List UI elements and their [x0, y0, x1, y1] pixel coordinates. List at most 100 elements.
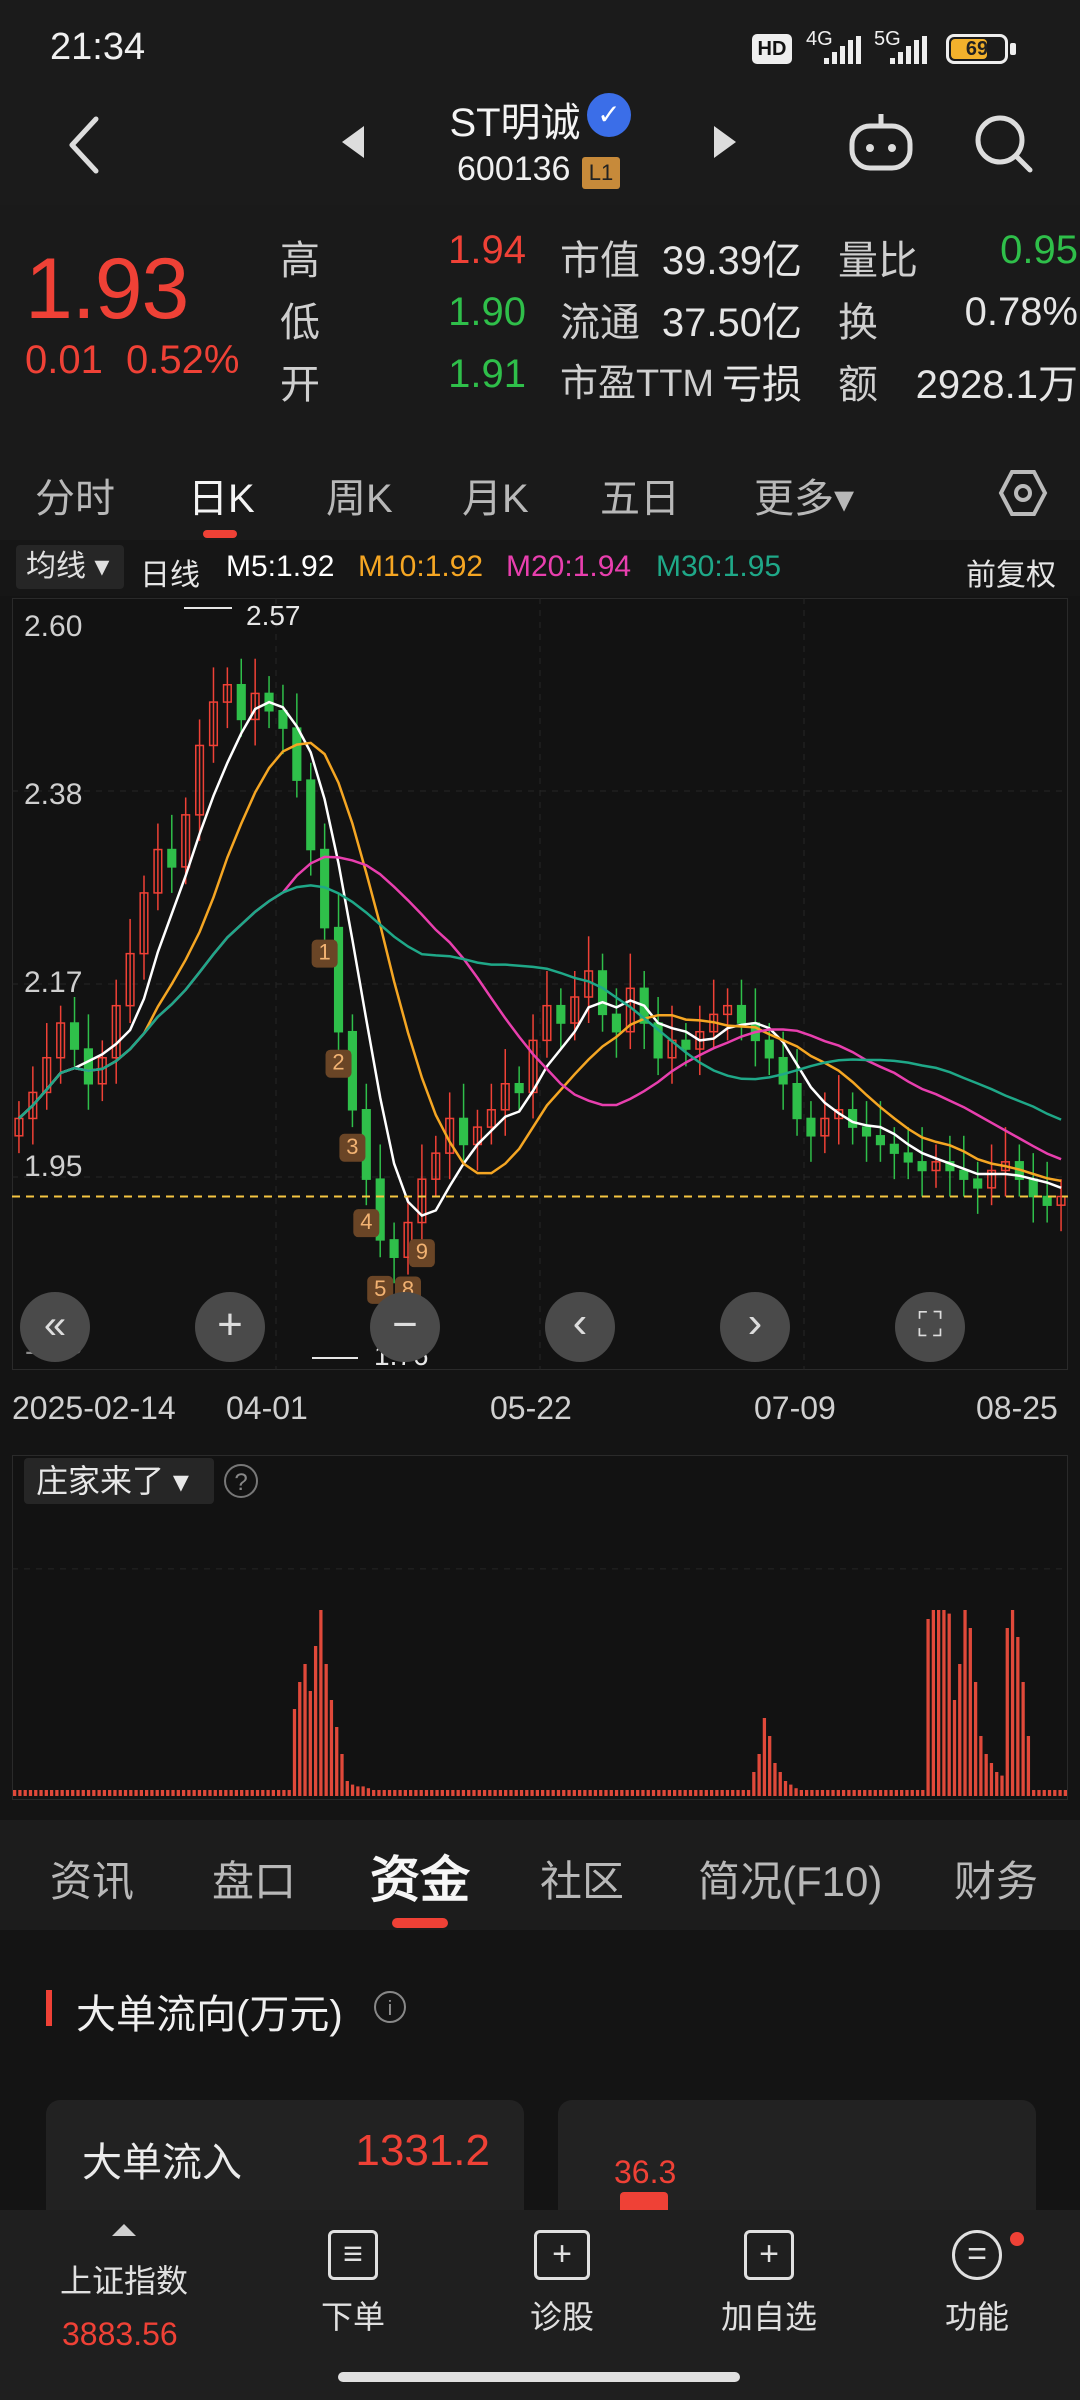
zoom-out-button[interactable]: − — [370, 1292, 440, 1362]
indicator-bar — [409, 1790, 413, 1796]
search-icon[interactable] — [972, 112, 1036, 176]
indicator-bar — [445, 1790, 450, 1796]
indicator-bar — [134, 1790, 138, 1796]
indicator-bar — [577, 1790, 582, 1796]
indicator-bar — [440, 1790, 444, 1796]
tab-daily-k[interactable]: 日K — [188, 466, 255, 524]
nav-diagnose[interactable]: 诊股 — [492, 2292, 632, 2338]
function-icon[interactable]: = — [952, 2230, 1002, 2280]
candle-body — [69, 1022, 80, 1050]
info-icon[interactable]: i — [374, 1991, 406, 2023]
scroll-right-button[interactable]: › — [720, 1292, 790, 1362]
nav-order[interactable]: 下单 — [283, 2292, 423, 2338]
mktcap-label: 市值 — [560, 239, 640, 283]
indicator-chart[interactable] — [12, 1455, 1068, 1800]
indicator-bar — [609, 1790, 613, 1796]
kline-chart[interactable]: 123456789 — [12, 598, 1068, 1370]
settings-hex-icon[interactable] — [998, 468, 1048, 518]
indicator-bar — [203, 1790, 207, 1796]
tab-monthly-k[interactable]: 月K — [462, 466, 529, 524]
scroll-start-button[interactable]: « — [20, 1292, 90, 1362]
indicator-bar — [356, 1786, 360, 1796]
index-name[interactable]: 上证指数 — [60, 2256, 188, 2302]
tab-orderbook[interactable]: 盘口 — [212, 1848, 296, 1909]
help-icon[interactable]: ? — [224, 1464, 258, 1498]
indicator-bar — [541, 1790, 545, 1796]
battery-tip — [1010, 43, 1016, 55]
nav-function[interactable]: 功能 — [907, 2292, 1047, 2338]
indicator-bar — [768, 1736, 772, 1796]
tab-news[interactable]: 资讯 — [50, 1848, 134, 1909]
indicator-bar — [567, 1790, 571, 1796]
indicator-bar — [424, 1790, 429, 1796]
tab-more[interactable]: 更多▾ — [754, 466, 854, 524]
indicator-bar — [372, 1790, 376, 1796]
next-stock-icon[interactable] — [710, 122, 740, 162]
indicator-bar — [461, 1790, 466, 1796]
tab-weekly-k[interactable]: 周K — [326, 466, 393, 524]
indicator-bar — [498, 1790, 503, 1796]
indicator-bar — [931, 1610, 935, 1796]
expand-up-icon[interactable] — [110, 2222, 138, 2238]
indicator-bar — [139, 1790, 143, 1796]
indicator-bar — [868, 1790, 872, 1796]
candle-body — [514, 1083, 524, 1094]
turnover-label: 换 — [838, 301, 878, 345]
indicator-bar — [414, 1790, 418, 1796]
big-inflow-label: 大单流入 — [82, 2141, 242, 2185]
indicator-bar — [71, 1790, 75, 1796]
indicator-bar — [630, 1790, 635, 1796]
price-change-pct: 0.52% — [126, 338, 240, 382]
tab-intraday[interactable]: 分时 — [35, 466, 115, 524]
diagnose-icon[interactable]: + — [534, 2230, 590, 2280]
candle-body — [597, 970, 608, 1016]
indicator-bar — [160, 1790, 165, 1796]
indicator-bar — [44, 1790, 48, 1796]
tab-finance[interactable]: 财务 — [954, 1848, 1038, 1909]
candle-body — [848, 1109, 858, 1128]
tab-profile-f10[interactable]: 简况(F10) — [698, 1848, 882, 1909]
notification-dot — [1010, 2232, 1024, 2246]
indicator-bar — [646, 1790, 650, 1796]
indicator-bar — [335, 1727, 339, 1796]
indicator-bar — [340, 1754, 344, 1796]
indicator-bar — [213, 1790, 217, 1796]
indicator-bar — [129, 1790, 133, 1796]
zoom-in-button[interactable]: + — [195, 1292, 265, 1362]
candle-body — [764, 1039, 774, 1059]
candle-body — [278, 710, 288, 729]
candle-body — [959, 1169, 969, 1180]
home-indicator[interactable] — [338, 2372, 740, 2382]
nav-add-watchlist[interactable]: 加自选 — [699, 2292, 839, 2338]
indicator-bar — [878, 1790, 883, 1796]
big-order-title: 大单流向(万元) — [76, 1993, 343, 2037]
order-icon[interactable]: ≡ — [328, 2230, 378, 2280]
candle-body — [973, 1178, 983, 1189]
fullscreen-button[interactable]: ⛶ — [895, 1292, 965, 1362]
indicator-bar — [704, 1790, 708, 1796]
tab-community[interactable]: 社区 — [540, 1848, 624, 1909]
indicator-dropdown[interactable]: 庄家来了 ▾ — [24, 1458, 214, 1504]
tab-capital[interactable]: 资金 — [370, 1840, 470, 1912]
tab-five-day[interactable]: 五日 — [600, 466, 680, 524]
indicator-bar — [313, 1646, 318, 1796]
ma-dropdown[interactable]: 均线 ▾ — [16, 545, 124, 589]
indicator-bar — [81, 1790, 85, 1796]
indicator-bar — [398, 1790, 402, 1796]
add-watchlist-icon[interactable]: + — [744, 2230, 794, 2280]
signal-badge-label: 4 — [360, 1209, 372, 1234]
y-tick-3: 2.17 — [24, 966, 83, 999]
scroll-left-button[interactable]: ‹ — [545, 1292, 615, 1362]
indicator-bar — [551, 1790, 555, 1796]
indicator-bar — [366, 1788, 371, 1796]
indicator-bar — [636, 1790, 640, 1796]
indicator-bar — [937, 1610, 941, 1796]
indicator-bar — [989, 1763, 994, 1796]
indicator-bar — [752, 1772, 756, 1796]
adjust-label[interactable]: 前复权 — [966, 550, 1056, 594]
indicator-bar — [208, 1790, 212, 1796]
robot-assistant-icon[interactable] — [846, 110, 916, 174]
indicator-bar — [488, 1790, 492, 1796]
pe-value: 亏损 — [722, 363, 802, 407]
index-value: 3883.56 — [62, 2316, 178, 2352]
